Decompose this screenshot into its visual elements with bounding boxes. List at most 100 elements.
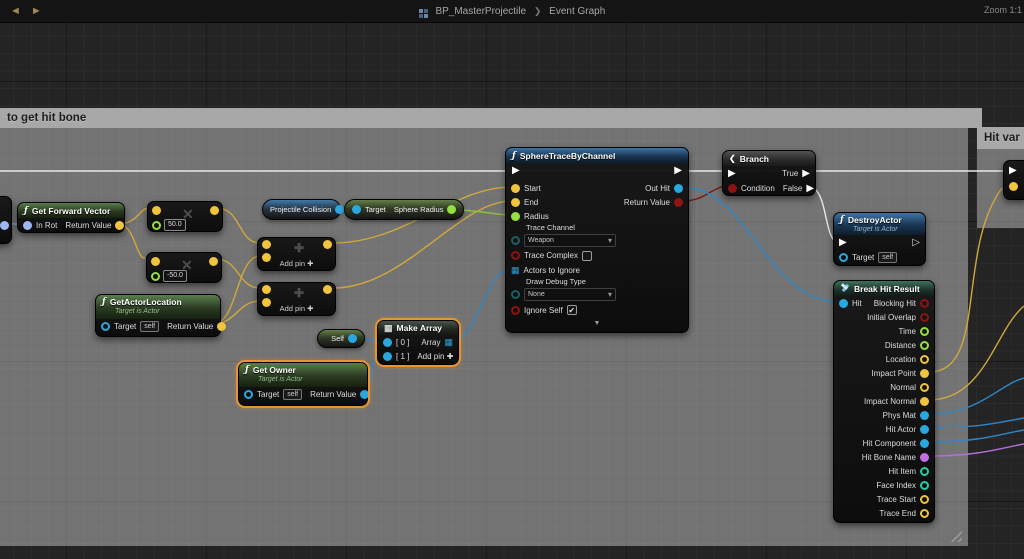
trace-end-pin[interactable] bbox=[920, 509, 929, 518]
add-output-pin[interactable] bbox=[323, 240, 332, 249]
hit-component-pin[interactable] bbox=[920, 439, 929, 448]
distance-label: Distance bbox=[885, 341, 916, 350]
hit-item-pin[interactable] bbox=[920, 467, 929, 476]
normal-pin[interactable] bbox=[920, 383, 929, 392]
return-value-pin[interactable] bbox=[360, 390, 369, 399]
multiply-value-input[interactable]: 50.0 bbox=[164, 219, 186, 231]
target-pin[interactable] bbox=[352, 205, 361, 214]
add-pin-button[interactable]: Add pin ✚ bbox=[417, 352, 453, 361]
multiply-input-a-pin[interactable] bbox=[152, 206, 161, 215]
node-sphere-radius-get[interactable]: Target Sphere Radius bbox=[344, 199, 464, 220]
node-sphere-trace-by-channel[interactable]: ƒ SphereTraceByChannel ▶ ▶ Out Hit Retur… bbox=[505, 147, 689, 333]
distance-pin[interactable] bbox=[920, 341, 929, 350]
add-input-a-pin[interactable] bbox=[262, 240, 271, 249]
multiply-input-b-pin[interactable] bbox=[151, 272, 160, 281]
output-pin[interactable] bbox=[447, 205, 456, 214]
node-projectile-collision-get[interactable]: Projectile Collision bbox=[262, 199, 341, 220]
exec-in-pin[interactable]: ▶ bbox=[1009, 166, 1017, 176]
false-exec-pin[interactable]: ▶ bbox=[806, 184, 814, 194]
add-pin-button[interactable]: Add pin ✚ bbox=[258, 304, 335, 313]
exec-in-pin[interactable]: ▶ bbox=[728, 169, 736, 179]
node-multiply-50[interactable]: ✕ 50.0 bbox=[147, 201, 223, 232]
multiply-input-a-pin[interactable] bbox=[151, 257, 160, 266]
array-output-pin[interactable]: ▦ bbox=[444, 338, 453, 347]
actors-to-ignore-pin[interactable]: ▦ bbox=[511, 266, 520, 275]
target-value[interactable]: self bbox=[878, 252, 897, 263]
exec-out-pin[interactable]: ▷ bbox=[912, 238, 920, 248]
rotator-output-pin[interactable] bbox=[0, 221, 9, 230]
output-pin[interactable] bbox=[348, 334, 357, 343]
trace-start-pin[interactable] bbox=[920, 495, 929, 504]
add-output-pin[interactable] bbox=[323, 285, 332, 294]
exec-in-pin[interactable]: ▶ bbox=[512, 166, 520, 176]
node-get-actor-location[interactable]: ƒ GetActorLocation Target is Actor Targe… bbox=[95, 294, 221, 337]
draw-debug-pin[interactable] bbox=[511, 290, 520, 299]
breadcrumb-asset[interactable]: BP_MasterProjectile bbox=[435, 6, 526, 17]
target-pin[interactable] bbox=[839, 253, 848, 262]
blocking-hit-pin[interactable] bbox=[920, 299, 929, 308]
node-add-1[interactable]: ✚ Add pin ✚ bbox=[257, 237, 336, 271]
location-pin[interactable] bbox=[920, 355, 929, 364]
add-pin-button[interactable]: Add pin ✚ bbox=[258, 259, 335, 268]
exec-out-pin[interactable]: ▶ bbox=[674, 166, 682, 176]
multiply-input-b-pin[interactable] bbox=[152, 221, 161, 230]
exec-in-pin[interactable]: ▶ bbox=[839, 238, 847, 248]
in-rot-pin[interactable] bbox=[23, 221, 32, 230]
array-item0-pin[interactable] bbox=[383, 338, 392, 347]
target-label: Target bbox=[114, 322, 136, 331]
comment-header-get-hit-bone[interactable]: to get hit bone bbox=[0, 108, 982, 128]
initial-overlap-pin[interactable] bbox=[920, 313, 929, 322]
radius-pin[interactable] bbox=[511, 212, 520, 221]
trace-complex-checkbox[interactable] bbox=[582, 251, 592, 261]
return-value-pin[interactable] bbox=[674, 198, 683, 207]
trace-complex-label: Trace Complex bbox=[524, 251, 578, 260]
out-hit-pin[interactable] bbox=[674, 184, 683, 193]
variable-label: Projectile Collision bbox=[270, 205, 331, 214]
hit-actor-pin[interactable] bbox=[920, 425, 929, 434]
breadcrumb-graph[interactable]: Event Graph bbox=[549, 6, 605, 17]
add-input-a-pin[interactable] bbox=[262, 285, 271, 294]
hit-input-pin[interactable] bbox=[839, 299, 848, 308]
target-value[interactable]: self bbox=[283, 389, 302, 400]
hit-bone-name-pin[interactable] bbox=[920, 453, 929, 462]
ignore-self-pin[interactable] bbox=[511, 306, 520, 315]
multiply-value-input[interactable]: -50.0 bbox=[163, 270, 187, 282]
condition-pin[interactable] bbox=[728, 184, 737, 193]
node-multiply-neg50[interactable]: ✕ -50.0 bbox=[146, 252, 222, 283]
trace-complex-pin[interactable] bbox=[511, 251, 520, 260]
array-item1-pin[interactable] bbox=[383, 352, 392, 361]
node-get-forward-vector[interactable]: ƒ Get Forward Vector In Rot Return Value bbox=[17, 202, 125, 233]
multiply-output-pin[interactable] bbox=[210, 206, 219, 215]
node-offscreen-left[interactable] bbox=[0, 196, 12, 244]
face-index-pin[interactable] bbox=[920, 481, 929, 490]
node-get-owner[interactable]: ƒ Get Owner Target is Actor Target self … bbox=[238, 362, 368, 406]
target-pin[interactable] bbox=[101, 322, 110, 331]
node-self-get[interactable]: Self bbox=[317, 329, 365, 348]
collapse-arrow[interactable]: ▼ bbox=[506, 318, 688, 330]
function-icon: ƒ bbox=[245, 365, 249, 375]
draw-debug-dropdown[interactable]: None ▾ bbox=[524, 288, 616, 301]
ignore-self-checkbox[interactable]: ✔ bbox=[567, 305, 577, 315]
return-value-pin[interactable] bbox=[115, 221, 124, 230]
target-pin[interactable] bbox=[244, 390, 253, 399]
trace-channel-pin[interactable] bbox=[511, 236, 520, 245]
phys-mat-pin[interactable] bbox=[920, 411, 929, 420]
impact-point-pin[interactable] bbox=[920, 369, 929, 378]
node-make-array[interactable]: ▦ Make Array [ 0 ] Array ▦ [ 1 ] Add pin… bbox=[377, 320, 459, 365]
target-value[interactable]: self bbox=[140, 321, 159, 332]
impact-normal-pin[interactable] bbox=[920, 397, 929, 406]
comment-header-hit-var[interactable]: Hit var bbox=[977, 127, 1024, 149]
node-destroy-actor[interactable]: ƒ DestroyActor Target is Actor ▶ ▷ Targe… bbox=[833, 212, 926, 266]
trace-channel-dropdown[interactable]: Weapon ▾ bbox=[524, 234, 616, 247]
true-exec-pin[interactable]: ▶ bbox=[802, 169, 810, 179]
node-break-hit-result[interactable]: Break Hit Result Hit Blocking Hit Initia… bbox=[833, 280, 935, 523]
start-pin[interactable] bbox=[511, 184, 520, 193]
hit-item-label: Hit Item bbox=[888, 467, 916, 476]
node-offscreen-hit-var[interactable]: ▶ bbox=[1003, 160, 1024, 200]
multiply-output-pin[interactable] bbox=[209, 257, 218, 266]
node-branch[interactable]: ❮ Branch ▶ True ▶ Condition False ▶ bbox=[722, 150, 816, 196]
node-add-2[interactable]: ✚ Add pin ✚ bbox=[257, 282, 336, 316]
vector-input-pin[interactable] bbox=[1009, 182, 1018, 191]
time-pin[interactable] bbox=[920, 327, 929, 336]
end-pin[interactable] bbox=[511, 198, 520, 207]
